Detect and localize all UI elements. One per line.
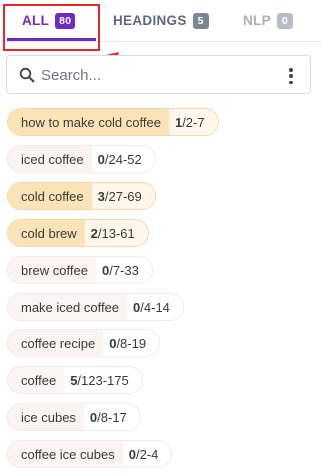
keyword-target-range: /13-61 [97,225,135,241]
keyword-chip[interactable]: cold coffee 3/27-69 [7,182,156,210]
keyword-usage-count: 0/2-4 [123,447,172,462]
keyword-chip[interactable]: ice cubes 0/8-17 [7,403,141,431]
annotation-highlight-box [3,4,100,51]
keyword-target-range: /7-33 [109,262,139,278]
keyword-target-range: /4-14 [140,299,170,315]
search-icon [19,67,35,83]
tab-headings[interactable]: HEADINGS 5 [113,0,209,42]
keyword-usage-count: 1/2-7 [169,115,218,130]
keyword-usage-count: 0/8-19 [103,336,159,351]
keyword-usage-count: 5/123-175 [64,373,142,388]
keyword-used-count: 0 [128,446,136,462]
keyword-used-count: 2 [90,225,98,241]
more-options-icon[interactable] [288,68,294,84]
keyword-usage-count: 0/7-33 [96,263,152,278]
keyword-chip[interactable]: make iced coffee 0/4-14 [7,293,184,321]
keyword-chip[interactable]: brew coffee 0/7-33 [7,256,153,284]
tab-headings-label: HEADINGS [113,13,187,29]
tab-nlp[interactable]: NLP 0 [243,0,293,42]
keyword-target-range: /2-4 [135,446,159,462]
keyword-target-range: /24-52 [104,151,142,167]
keyword-term: ice cubes [8,404,84,430]
keyword-usage-count: 0/4-14 [127,300,183,315]
keyword-used-count: 3 [97,188,105,204]
keyword-target-range: /8-19 [116,335,147,351]
tab-nlp-label: NLP [243,13,271,29]
keyword-panel: ALL 80 HEADINGS 5 NLP 0 how to make cold… [0,0,321,474]
keyword-term: cold coffee [8,183,92,209]
tab-headings-count-badge: 5 [192,13,209,29]
keyword-chip[interactable]: how to make cold coffee 1/2-7 [7,108,219,136]
keyword-term: coffee ice cubes [8,441,123,467]
keyword-usage-count: 3/27-69 [92,189,155,204]
keyword-term: how to make cold coffee [8,109,169,135]
keyword-chip[interactable]: coffee 5/123-175 [7,366,143,394]
keyword-target-range: /8-17 [97,409,127,425]
keyword-usage-count: 2/13-61 [85,226,148,241]
keyword-target-range: /27-69 [104,188,142,204]
search-input[interactable] [41,64,261,86]
keyword-chip[interactable]: coffee recipe 0/8-19 [7,329,161,357]
search-box [6,55,311,94]
keyword-used-count: 0 [97,151,105,167]
keyword-term: coffee [8,367,65,393]
tab-nlp-count-badge: 0 [276,13,293,29]
keyword-target-range: /2-7 [182,114,205,130]
keyword-chip[interactable]: cold brew 2/13-61 [7,219,149,247]
keyword-term: brew coffee [8,257,96,283]
keyword-term: iced coffee [8,146,92,172]
keyword-usage-count: 0/8-17 [84,410,140,425]
keyword-term: cold brew [8,220,85,246]
keyword-target-range: /123-175 [77,372,129,388]
keyword-term: coffee recipe [8,330,104,356]
keyword-chip[interactable]: iced coffee 0/24-52 [7,145,156,173]
keyword-usage-count: 0/24-52 [92,152,155,167]
keyword-chip[interactable]: coffee ice cubes 0/2-4 [7,440,173,468]
keyword-term: make iced coffee [8,294,128,320]
